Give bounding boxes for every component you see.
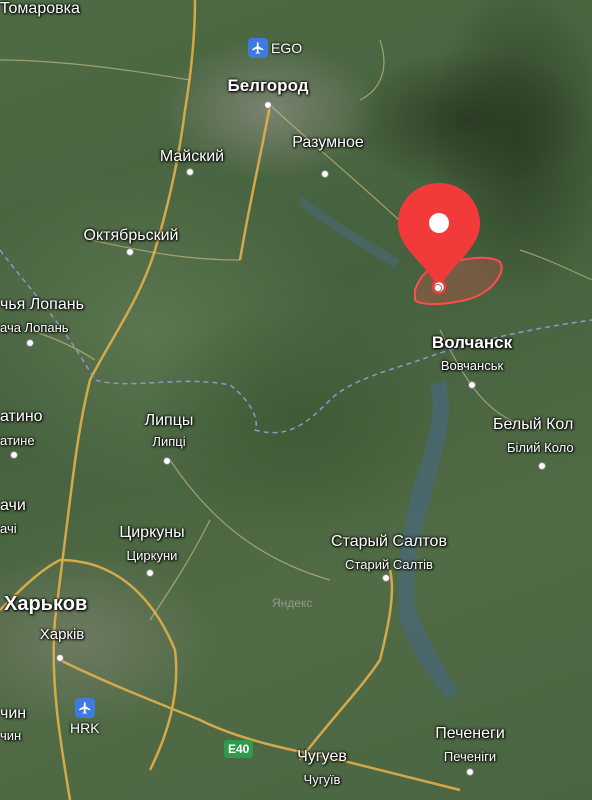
- roads: [0, 0, 461, 800]
- airport-code: HRK: [70, 720, 100, 736]
- place-label[interactable]: Старый Салтов: [331, 533, 447, 551]
- satellite-map[interactable]: EGO HRK E40 Томаровка Белгород Разумное …: [0, 0, 592, 800]
- city-dot: [468, 381, 476, 389]
- road: [359, 39, 385, 101]
- place-label[interactable]: ачи: [0, 497, 26, 515]
- place-label[interactable]: Октябрьский: [84, 227, 179, 245]
- city-dot: [56, 654, 64, 662]
- city-dot: [126, 248, 134, 256]
- place-label[interactable]: Белгород: [227, 76, 308, 96]
- place-label-ua: Циркуни: [126, 548, 178, 563]
- highway-shield-e40: E40: [224, 740, 254, 758]
- location-pin-icon[interactable]: [396, 181, 482, 297]
- place-label[interactable]: Чугуев: [297, 748, 347, 766]
- city-dot: [26, 339, 34, 347]
- place-label[interactable]: чья Лопань: [0, 296, 84, 314]
- city-dot: [538, 462, 546, 470]
- road: [299, 569, 394, 761]
- city-dot: [10, 451, 18, 459]
- place-label-ua: чин: [0, 728, 22, 743]
- place-label-ua: Старий Салтів: [345, 557, 433, 572]
- airport-code: EGO: [271, 40, 303, 56]
- place-label-ua: Печеніги: [443, 749, 497, 764]
- place-label[interactable]: Печенеги: [435, 725, 505, 743]
- place-label[interactable]: Разумное: [292, 134, 363, 152]
- place-label[interactable]: атино: [0, 408, 43, 426]
- road: [59, 658, 461, 792]
- airport-hrk[interactable]: HRK: [70, 698, 100, 736]
- airplane-icon: [248, 38, 268, 58]
- place-label[interactable]: Томаровка: [0, 0, 80, 18]
- city-dot: [186, 168, 194, 176]
- map-overlay: [0, 0, 592, 800]
- place-label[interactable]: Белый Кол: [493, 416, 573, 434]
- road: [0, 59, 191, 81]
- place-label[interactable]: Майский: [160, 148, 224, 166]
- place-label-ua: Білий Коло: [507, 440, 574, 455]
- place-label[interactable]: Харьков: [4, 593, 87, 616]
- reservoir-north: [300, 195, 400, 268]
- place-label[interactable]: чин: [0, 705, 26, 723]
- city-dot: [146, 569, 154, 577]
- road: [238, 104, 272, 261]
- road: [52, 619, 72, 800]
- airport-ego[interactable]: EGO: [248, 38, 302, 58]
- place-label-ua: Чугуїв: [303, 772, 341, 787]
- minor-roads: [0, 39, 592, 621]
- place-label-ua: ачі: [0, 521, 17, 536]
- road: [59, 558, 178, 771]
- airplane-icon: [74, 698, 95, 718]
- highway-ref: E40: [228, 742, 250, 756]
- city-dot: [466, 768, 474, 776]
- place-label[interactable]: Циркуны: [119, 524, 184, 542]
- city-dot: [434, 284, 442, 292]
- city-dot: [264, 101, 272, 109]
- place-label-ua: атине: [0, 433, 35, 448]
- city-dot: [321, 170, 329, 178]
- city-dot: [382, 574, 390, 582]
- place-label-ua: Вовчанськ: [440, 358, 504, 373]
- place-label-ua: Липці: [152, 434, 186, 449]
- place-label-ua: Харків: [39, 626, 85, 643]
- place-label[interactable]: Волчанск: [432, 333, 512, 353]
- road: [519, 249, 592, 281]
- city-dot: [163, 457, 171, 465]
- place-label-ua: ача Лопань: [0, 320, 69, 335]
- place-label[interactable]: Липцы: [145, 412, 194, 430]
- road: [169, 459, 331, 581]
- yandex-watermark: Яндекс: [272, 596, 313, 610]
